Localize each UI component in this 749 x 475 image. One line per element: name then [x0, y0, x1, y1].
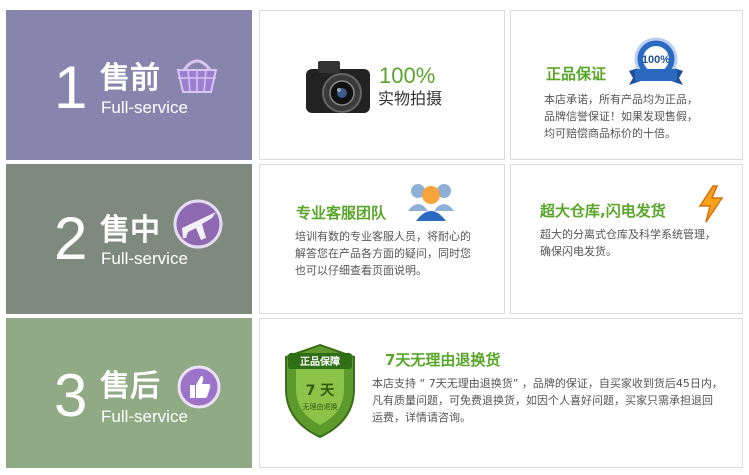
shield-mid-text: 7 天: [306, 383, 336, 399]
service-team-line-3: 也可以仔细查看页面说明。: [295, 264, 427, 277]
warehouse-title: 超大仓库,闪电发货: [540, 202, 666, 220]
basket-icon: [174, 54, 220, 100]
airplane-globe-icon: [172, 198, 224, 254]
service-team-card: 专业客服团队 培训有数的专业客服人员，将耐心的 解答您在产品各方面的疑问，同时您…: [259, 164, 505, 314]
presale-title: 售前: [100, 61, 160, 96]
return-policy-line-3: 运费，详情请咨询。: [372, 411, 471, 424]
real-photo-percent: 100%: [379, 63, 436, 88]
service-team-line-2: 解答您在产品各方面的疑问，同时您: [295, 247, 471, 260]
authentic-line-3: 均可赔偿商品标价的十倍。: [544, 127, 676, 140]
return-policy-card: 正品保障 7 天 无理由退换 7天无理由退换货 本店支持 “ 7天无理由退换货”…: [259, 318, 743, 468]
real-photo-label: 实物拍摄: [378, 89, 443, 108]
lightning-icon: [697, 185, 725, 227]
shield-top-text: 正品保障: [300, 355, 340, 368]
presale-subtitle: Full-service: [101, 98, 188, 117]
presale-panel: 1 售前 Full-service: [6, 10, 252, 160]
aftersale-panel: 3 售后 Full-service: [6, 318, 252, 468]
insale-number: 2: [54, 205, 88, 272]
insale-panel: 2 售中 Full-service: [6, 164, 252, 314]
return-policy-line-1: 本店支持 “ 7天无理由退换货” ，品牌的保证，自买家收到货后45日内，: [372, 377, 723, 390]
warehouse-card: 超大仓库,闪电发货 超大的分离式仓库及科学系统管理， 确保闪电发货。: [510, 164, 743, 314]
thumbs-up-icon: [176, 364, 222, 414]
return-policy-line-2: 凡有质量问题，可免费退换货，如因个人喜好问题，买家只需承担退回: [372, 394, 713, 407]
authentic-line-2: 品牌信誉保证！如果发现售假，: [544, 110, 698, 123]
camera-icon: [304, 57, 374, 121]
aftersale-subtitle: Full-service: [101, 407, 188, 426]
real-photo-card: 100% 实物拍摄: [259, 10, 505, 160]
authentic-line-1: 本店承诺，所有产品均为正品，: [544, 93, 698, 106]
shield-icon: 正品保障 7 天 无理由退换: [282, 341, 358, 445]
aftersale-number: 3: [54, 362, 88, 429]
presale-number: 1: [54, 54, 88, 121]
people-icon: [406, 177, 456, 229]
return-policy-title: 7天无理由退换货: [385, 351, 501, 369]
insale-title: 售中: [100, 213, 160, 248]
shield-bottom-text: 无理由退换: [303, 402, 338, 411]
service-team-title: 专业客服团队: [296, 204, 387, 222]
warehouse-line-2: 确保闪电发货。: [540, 245, 617, 258]
authentic-badge-text: 100%: [642, 54, 670, 66]
warehouse-line-1: 超大的分离式仓库及科学系统管理，: [540, 228, 716, 241]
aftersale-title: 售后: [100, 369, 160, 404]
service-team-line-1: 培训有数的专业客服人员，将耐心的: [295, 230, 471, 243]
authentic-card: 正品保证 100% 本店承诺，所有产品均为正品， 品牌信誉保证！如果发现售假， …: [510, 10, 743, 160]
authentic-title: 正品保证: [546, 65, 607, 83]
